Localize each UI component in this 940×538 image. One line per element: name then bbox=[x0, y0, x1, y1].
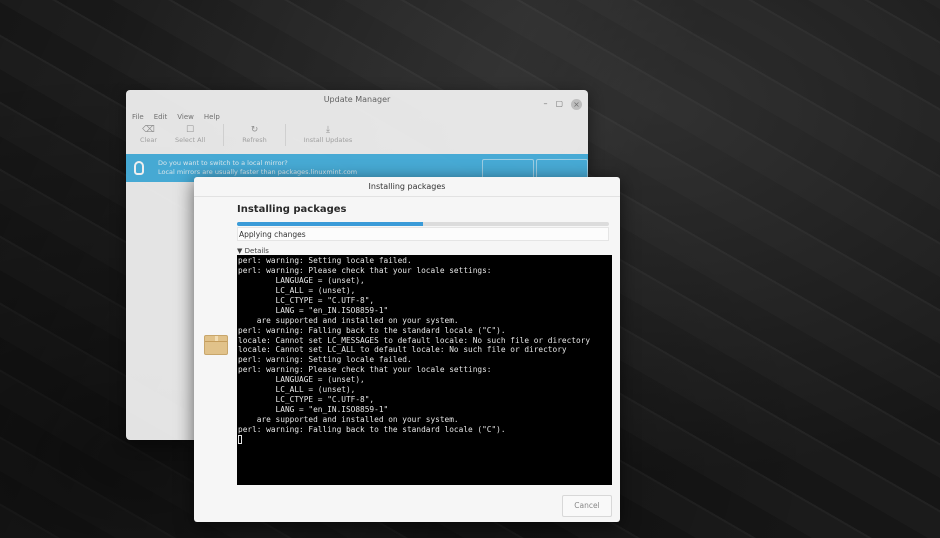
terminal-line: LANG = "en_IN.ISO8859-1" bbox=[238, 405, 389, 415]
menu-view[interactable]: View bbox=[177, 113, 194, 121]
clear-button[interactable]: ⌫ Clear bbox=[140, 124, 157, 144]
install-updates-label: Install Updates bbox=[303, 136, 353, 144]
maximize-icon[interactable]: ▢ bbox=[555, 94, 563, 114]
menu-bar: File Edit View Help bbox=[126, 110, 588, 124]
terminal-line: perl: warning: Setting locale failed. bbox=[238, 355, 412, 365]
progress-bar-fill bbox=[237, 222, 423, 226]
toolbar-separator bbox=[223, 124, 225, 146]
terminal-line: perl: warning: Falling back to the stand… bbox=[238, 424, 506, 434]
toolbar-separator bbox=[284, 124, 286, 146]
progress-bar bbox=[237, 222, 609, 226]
terminal-cursor-line bbox=[238, 434, 612, 445]
banner-button-no[interactable] bbox=[536, 159, 588, 179]
lightbulb-icon bbox=[134, 161, 144, 175]
terminal-line: perl: warning: Please check that your lo… bbox=[238, 265, 492, 275]
banner-line-1: Do you want to switch to a local mirror? bbox=[158, 159, 288, 167]
dialog-heading: Installing packages bbox=[237, 204, 347, 215]
banner-text: Do you want to switch to a local mirror?… bbox=[158, 159, 357, 177]
terminal-line: LC_ALL = (unset), bbox=[238, 285, 356, 295]
banner-line-2: Local mirrors are usually faster than pa… bbox=[158, 168, 358, 176]
details-label: Details bbox=[244, 247, 269, 255]
select-all-button[interactable]: ☐ Select All bbox=[175, 124, 205, 144]
refresh-button[interactable]: ↻ Refresh bbox=[242, 124, 267, 144]
terminal-line: LANGUAGE = (unset), bbox=[238, 275, 365, 285]
refresh-label: Refresh bbox=[242, 136, 267, 144]
clear-label: Clear bbox=[140, 136, 157, 144]
status-text: Applying changes bbox=[237, 227, 609, 241]
terminal-line: are supported and installed on your syst… bbox=[238, 415, 459, 424]
terminal-line: are supported and installed on your syst… bbox=[238, 315, 459, 325]
terminal-line: LANG = "en_IN.ISO8859-1" bbox=[238, 305, 389, 315]
details-expander[interactable]: ▼ Details bbox=[237, 247, 269, 255]
terminal-line: LANGUAGE = (unset), bbox=[238, 375, 365, 385]
installing-packages-dialog: Installing packages Installing packages … bbox=[194, 177, 620, 522]
terminal-line: perl: warning: Falling back to the stand… bbox=[238, 325, 506, 335]
terminal-line: LC_ALL = (unset), bbox=[238, 385, 356, 395]
menu-help[interactable]: Help bbox=[204, 113, 220, 121]
window-controls: – ▢ × bbox=[543, 94, 582, 114]
toolbar: ⌫ Clear ☐ Select All ↻ Refresh ⤓ Install… bbox=[126, 124, 588, 154]
package-icon bbox=[204, 335, 228, 355]
cancel-button[interactable]: Cancel bbox=[562, 495, 612, 517]
refresh-icon: ↻ bbox=[250, 125, 259, 135]
select-all-label: Select All bbox=[175, 136, 206, 144]
update-manager-titlebar[interactable]: Update Manager – ▢ × bbox=[126, 90, 588, 110]
terminal-line: LC_CTYPE = "C.UTF-8", bbox=[238, 395, 375, 405]
install-updates-button[interactable]: ⤓ Install Updates bbox=[304, 124, 353, 144]
banner-button-yes[interactable] bbox=[482, 159, 534, 179]
minimize-icon[interactable]: – bbox=[543, 94, 547, 114]
terminal-line: perl: warning: Please check that your lo… bbox=[238, 365, 492, 375]
menu-edit[interactable]: Edit bbox=[154, 113, 168, 121]
eraser-icon: ⌫ bbox=[142, 125, 155, 135]
terminal-output[interactable]: perl: warning: Setting locale failed. per… bbox=[237, 255, 612, 485]
terminal-line: locale: Cannot set LC_MESSAGES to defaul… bbox=[238, 335, 591, 345]
terminal-line: LC_CTYPE = "C.UTF-8", bbox=[238, 295, 375, 305]
terminal-line: perl: warning: Setting locale failed. bbox=[238, 256, 412, 265]
select-all-icon: ☐ bbox=[186, 125, 195, 135]
terminal-line: locale: Cannot set LC_ALL to default loc… bbox=[238, 345, 567, 355]
dialog-titlebar[interactable]: Installing packages bbox=[194, 177, 620, 197]
triangle-down-icon: ▼ bbox=[237, 247, 243, 255]
terminal-cursor bbox=[238, 434, 242, 444]
update-manager-title: Update Manager bbox=[323, 95, 391, 104]
download-icon: ⤓ bbox=[326, 125, 330, 135]
menu-file[interactable]: File bbox=[132, 113, 144, 121]
close-icon[interactable]: × bbox=[571, 98, 582, 110]
